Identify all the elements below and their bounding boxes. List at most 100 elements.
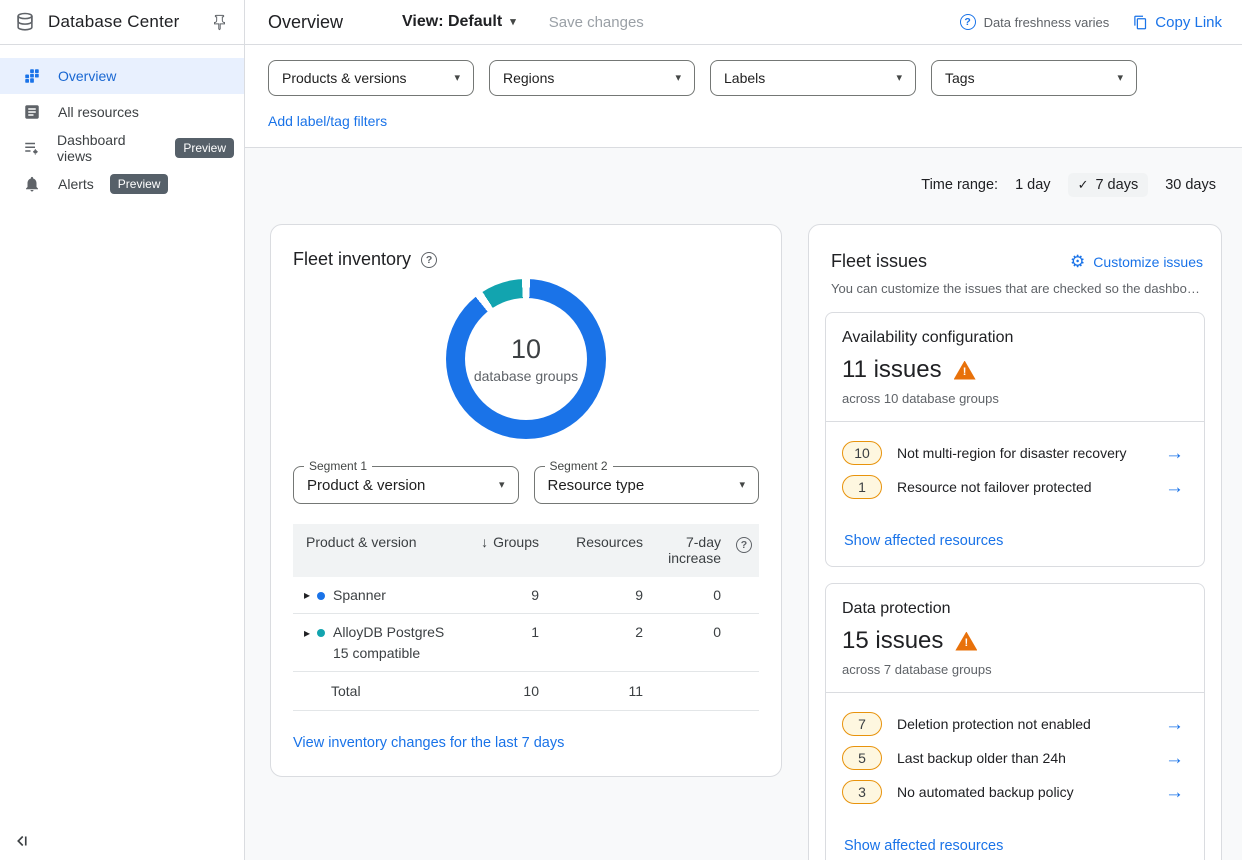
arrow-forward-icon[interactable]: →: [1165, 715, 1188, 734]
sidebar-nav: Overview All resources D: [0, 45, 244, 202]
fleet-inventory-title: Fleet inventory: [293, 249, 411, 270]
sidebar-item-label: All resources: [58, 104, 139, 120]
time-range-1day[interactable]: 1 day: [1015, 177, 1050, 193]
segment2-select[interactable]: Segment 2 Resource type ▾: [534, 466, 760, 504]
category-name: Data protection: [842, 600, 1188, 618]
segment2-value: Resource type: [548, 477, 645, 494]
issue-count-pill: 5: [842, 746, 882, 770]
donut-chart: 10 database groups: [446, 279, 606, 439]
customize-issues-label: Customize issues: [1093, 254, 1203, 270]
fleet-issues-header: Fleet issues ⚙ Customize issues: [825, 241, 1205, 272]
sidebar-item-all-resources[interactable]: All resources: [0, 94, 244, 130]
customize-issues-button[interactable]: ⚙ Customize issues: [1070, 253, 1203, 270]
data-protection-issue-list: 7 Deletion protection not enabled → 5 La…: [826, 693, 1204, 860]
time-range-label: Time range:: [921, 177, 998, 193]
time-range-selector: Time range: 1 day ✓ 7 days 30 days: [270, 148, 1222, 197]
expand-row-icon[interactable]: ▸: [293, 589, 317, 601]
pin-icon[interactable]: [211, 14, 228, 31]
data-protection-card: Data protection 15 issues ! across 7 dat…: [825, 583, 1205, 860]
header-groups-sort[interactable]: ↓ Groups: [467, 534, 545, 550]
filter-bar: Products & versions ▾ Regions ▾ Labels ▾…: [245, 45, 1242, 148]
add-label-tag-filters-link[interactable]: Add label/tag filters: [268, 113, 387, 129]
issue-item-deletion-protection[interactable]: 7 Deletion protection not enabled →: [842, 712, 1188, 736]
save-changes-button[interactable]: Save changes: [549, 14, 644, 31]
groups-value: 1: [467, 624, 545, 640]
filter-labels[interactable]: Labels ▾: [710, 60, 916, 96]
sidebar-item-overview[interactable]: Overview: [0, 58, 244, 94]
segment1-floating-label: Segment 1: [304, 459, 372, 473]
show-affected-resources-link[interactable]: Show affected resources: [842, 533, 1003, 549]
copy-link-button[interactable]: Copy Link: [1133, 14, 1222, 31]
copy-icon: [1133, 15, 1148, 30]
table-row-alloydb: ▸ AlloyDB PostgreSQL 15 compatible 1 2 0: [293, 614, 759, 672]
cards-row: Fleet inventory ? 10 database groups: [270, 224, 1222, 860]
segment1-select[interactable]: Segment 1 Product & version ▾: [293, 466, 519, 504]
sidebar-item-label: Overview: [58, 68, 116, 84]
header-groups-label: Groups: [493, 534, 539, 550]
arrow-forward-icon[interactable]: →: [1165, 783, 1188, 802]
inventory-table-header: Product & version ↓ Groups Resources 7-d…: [293, 524, 759, 577]
increase-value: 0: [649, 624, 727, 640]
sidebar-item-dashboard-views[interactable]: Dashboard views Preview: [0, 130, 244, 166]
issue-item-no-backup-policy[interactable]: 3 No automated backup policy →: [842, 780, 1188, 804]
issue-label: Not multi-region for disaster recovery: [897, 445, 1150, 461]
data-freshness-note: Data freshness varies: [984, 15, 1110, 30]
overview-dashboard-icon: [22, 66, 42, 86]
sidebar-item-alerts[interactable]: Alerts Preview: [0, 166, 244, 202]
gear-icon: ⚙: [1070, 253, 1085, 270]
fleet-issues-subtext: You can customize the issues that are ch…: [831, 281, 1203, 296]
filter-products-versions[interactable]: Products & versions ▾: [268, 60, 474, 96]
filter-label: Tags: [945, 70, 975, 86]
donut-center: 10 database groups: [465, 298, 587, 420]
issue-item-multi-region[interactable]: 10 Not multi-region for disaster recover…: [842, 441, 1188, 465]
time-range-7days[interactable]: ✓ 7 days: [1068, 173, 1149, 197]
chevron-down-icon: ▾: [510, 17, 516, 28]
availability-configuration-card: Availability configuration 11 issues ! a…: [825, 312, 1205, 567]
expand-row-icon[interactable]: ▸: [293, 624, 317, 639]
resources-icon: [22, 102, 42, 122]
help-icon[interactable]: ?: [960, 14, 976, 30]
page-title: Overview: [268, 12, 343, 33]
issue-item-backup-older-24h[interactable]: 5 Last backup older than 24h →: [842, 746, 1188, 770]
donut-center-value: 10: [511, 334, 541, 365]
issue-scope: across 10 database groups: [842, 391, 1188, 406]
availability-header: Availability configuration 11 issues ! a…: [826, 313, 1204, 421]
collapse-sidebar-button[interactable]: [13, 830, 35, 852]
chevron-down-icon: ▾: [454, 73, 460, 84]
time-range-30days[interactable]: 30 days: [1165, 177, 1216, 193]
filter-tags[interactable]: Tags ▾: [931, 60, 1137, 96]
fleet-inventory-card: Fleet inventory ? 10 database groups: [270, 224, 782, 777]
table-row-spanner: ▸ Spanner 9 9 0: [293, 577, 759, 614]
dashboard-views-icon: [22, 138, 41, 158]
issue-count: 11 issues: [842, 356, 942, 384]
filter-regions[interactable]: Regions ▾: [489, 60, 695, 96]
filter-label: Labels: [724, 70, 765, 86]
donut-center-label: database groups: [474, 368, 578, 384]
fleet-issues-card: Fleet issues ⚙ Customize issues You can …: [808, 224, 1222, 860]
header-product-version: Product & version: [293, 534, 467, 550]
database-center-app: Database Center Overview: [0, 0, 1242, 860]
filter-row: Products & versions ▾ Regions ▾ Labels ▾…: [268, 60, 1220, 96]
issue-item-failover[interactable]: 1 Resource not failover protected →: [842, 475, 1188, 499]
product-cell: Spanner: [317, 587, 467, 603]
product-name: AlloyDB PostgreSQL: [333, 624, 445, 640]
help-icon[interactable]: ?: [421, 252, 437, 268]
view-inventory-changes-link[interactable]: View inventory changes for the last 7 da…: [293, 735, 564, 751]
sidebar-item-label: Alerts: [58, 176, 94, 192]
arrow-forward-icon[interactable]: →: [1165, 478, 1188, 497]
issue-label: Resource not failover protected: [897, 479, 1150, 495]
total-label: Total: [317, 683, 467, 699]
chevron-down-icon: ▾: [675, 73, 681, 84]
chevron-down-icon: ▾: [499, 480, 505, 491]
fleet-inventory-header: Fleet inventory ?: [293, 249, 759, 270]
database-logo-icon: [14, 11, 36, 33]
series-dot: [317, 592, 325, 600]
arrow-forward-icon[interactable]: →: [1165, 749, 1188, 768]
view-selector[interactable]: View: Default ▾: [402, 13, 516, 31]
help-icon[interactable]: ?: [736, 537, 752, 553]
arrow-forward-icon[interactable]: →: [1165, 444, 1188, 463]
chevron-down-icon: ▾: [896, 73, 902, 84]
sidebar-item-label: Dashboard views: [57, 132, 159, 164]
show-affected-resources-link[interactable]: Show affected resources: [842, 838, 1003, 854]
product-cell: AlloyDB PostgreSQL 15 compatible: [317, 624, 467, 661]
